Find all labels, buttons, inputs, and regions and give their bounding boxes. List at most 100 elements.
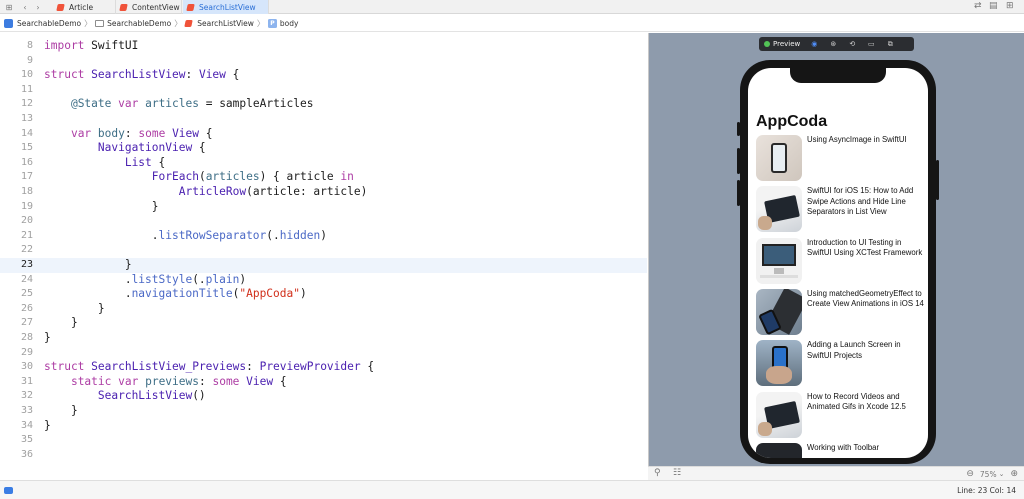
split-editor-icon[interactable]: ▤ (989, 1, 998, 11)
code-line[interactable]: 19 } (0, 200, 647, 215)
breadcrumb-separator: 〉 (174, 18, 183, 28)
zoom-out-icon[interactable]: ⊖ (966, 469, 974, 479)
breadcrumb-folder[interactable]: SearchableDemo (95, 19, 171, 28)
code-token: . (44, 272, 132, 286)
code-line[interactable]: 32 SearchListView() (0, 389, 647, 404)
duplicate-preview-icon[interactable]: ⧉ (885, 39, 895, 49)
rotate-icon[interactable]: ⟲ (847, 39, 857, 49)
code-token: ) (299, 287, 307, 301)
code-line[interactable]: 9 (0, 54, 647, 69)
line-number: 27 (20, 317, 33, 329)
code-line[interactable]: 24 .listStyle(.plain) (0, 273, 647, 288)
code-text: static var previews: some View { (44, 375, 287, 390)
code-line[interactable]: 8 import SwiftUI (0, 39, 647, 54)
code-text: @State var articles = sampleArticles (44, 97, 314, 112)
code-line[interactable]: 12 @State var articles = sampleArticles (0, 97, 647, 112)
code-token: plain (205, 272, 240, 286)
inspect-icon[interactable]: ⊛ (828, 39, 838, 49)
zoom-level[interactable]: 75% (980, 470, 997, 479)
pin-icon[interactable]: ⚲ (654, 468, 661, 478)
swap-icon[interactable]: ⇄ (974, 1, 982, 11)
article-row[interactable]: Using AsyncImage in SwiftUI (756, 135, 926, 183)
code-token: var (118, 97, 139, 111)
line-number: 10 (20, 69, 33, 81)
code-line[interactable]: 20 (0, 214, 647, 229)
code-line[interactable]: 10 struct SearchListView: View { (0, 68, 647, 83)
code-token: List (124, 155, 152, 169)
chevron-down-icon[interactable]: ⌄ (999, 470, 1005, 478)
code-text: SearchListView() (44, 389, 206, 404)
code-token: : (185, 68, 199, 82)
article-row[interactable]: Introduction to UI Testing in SwiftUI Us… (756, 237, 926, 286)
article-row[interactable]: Working with Toolbar (756, 442, 926, 458)
code-line[interactable]: 34} (0, 419, 647, 434)
code-line[interactable]: 18 ArticleRow(article: article) (0, 185, 647, 200)
debug-area-toggle-icon[interactable] (4, 487, 13, 494)
code-token: View (246, 374, 274, 388)
code-line[interactable]: 21 .listRowSeparator(.hidden) (0, 229, 647, 244)
code-line[interactable]: 26 } (0, 302, 647, 317)
line-number: 30 (20, 361, 33, 373)
code-line[interactable]: 28} (0, 331, 647, 346)
structure-icon[interactable]: ☷ (673, 468, 681, 478)
code-text: } (44, 302, 105, 317)
breadcrumb-symbol[interactable]: P body (267, 18, 298, 28)
code-line[interactable]: 36 (0, 448, 647, 463)
preview-label[interactable]: Preview (773, 40, 800, 48)
chevron-right-icon[interactable]: › (33, 2, 43, 12)
article-row[interactable]: How to Record Videos and Animated Gifs i… (756, 391, 926, 440)
code-line[interactable]: 30 struct SearchListView_Previews: Previe… (0, 360, 647, 375)
code-line[interactable]: 22 (0, 243, 647, 258)
code-token: ) (239, 272, 247, 286)
code-text: NavigationView { (44, 141, 206, 156)
preview-canvas[interactable]: Preview ◉ ⊛ ⟲ ▭ ⧉ AppCoda Using AsyncIma… (648, 33, 1024, 466)
tab-searchlistview[interactable]: SearchListView (183, 0, 269, 14)
code-token: hidden (279, 228, 321, 242)
line-number: 14 (20, 127, 33, 139)
code-line[interactable]: 35 (0, 433, 647, 448)
add-editor-icon[interactable]: ⊞ (1006, 1, 1014, 11)
code-line[interactable]: 27 } (0, 316, 647, 331)
code-line[interactable]: 15 NavigationView { (0, 141, 647, 156)
code-editor[interactable]: 8 import SwiftUI 9 10 struct SearchListView:… (0, 33, 647, 480)
code-line[interactable]: 17 ForEach(articles) { article in (0, 170, 647, 185)
code-line[interactable]: 13 (0, 112, 647, 127)
tab-article[interactable]: Article (53, 0, 116, 14)
article-row[interactable]: Adding a Launch Screen in SwiftUI Projec… (756, 340, 926, 388)
code-text: } (44, 200, 159, 215)
chevron-left-icon[interactable]: ‹ (20, 2, 30, 12)
line-number: 24 (20, 273, 33, 285)
code-line[interactable]: 29 (0, 346, 647, 361)
line-number: 20 (20, 215, 33, 227)
live-preview-icon[interactable]: ◉ (809, 39, 819, 49)
code-line[interactable]: 31 static var previews: some View { (0, 375, 647, 390)
breadcrumb-project[interactable]: SearchableDemo (0, 18, 81, 28)
line-number: 26 (20, 302, 33, 314)
code-token: () (192, 389, 206, 403)
device-settings-icon[interactable]: ▭ (866, 39, 876, 49)
code-line[interactable]: 16 List { (0, 156, 647, 171)
line-number: 23 (20, 259, 33, 270)
device-button (936, 160, 939, 200)
device-button (737, 148, 740, 174)
code-line[interactable]: 25 .navigationTitle("AppCoda") (0, 287, 647, 302)
code-line[interactable]: 33 } (0, 404, 647, 419)
line-number: 33 (20, 405, 33, 416)
article-row[interactable]: SwiftUI for iOS 15: How to Add Swipe Act… (756, 186, 926, 234)
swift-file-icon (56, 3, 65, 11)
code-line[interactable]: 14 var body: some View { (0, 127, 647, 142)
article-row[interactable]: Using matchedGeometryEffect to Create Vi… (756, 288, 926, 337)
code-token: ) { article (259, 170, 341, 184)
code-line[interactable]: 11 (0, 83, 647, 98)
breadcrumb-file[interactable]: SearchListView (184, 19, 254, 28)
zoom-in-icon[interactable]: ⊕ (1010, 469, 1018, 479)
code-text: ArticleRow(article: article) (44, 185, 368, 200)
code-line[interactable]: 23 } (0, 258, 647, 273)
device-button (737, 180, 740, 206)
code-token: var (118, 374, 139, 388)
code-text: struct SearchListView_Previews: PreviewP… (44, 360, 374, 375)
tab-contentview[interactable]: ContentView (116, 0, 182, 14)
grid-icon[interactable]: ⊞ (4, 2, 14, 12)
device-screen[interactable]: AppCoda Using AsyncImage in SwiftUI Swift… (748, 68, 928, 458)
